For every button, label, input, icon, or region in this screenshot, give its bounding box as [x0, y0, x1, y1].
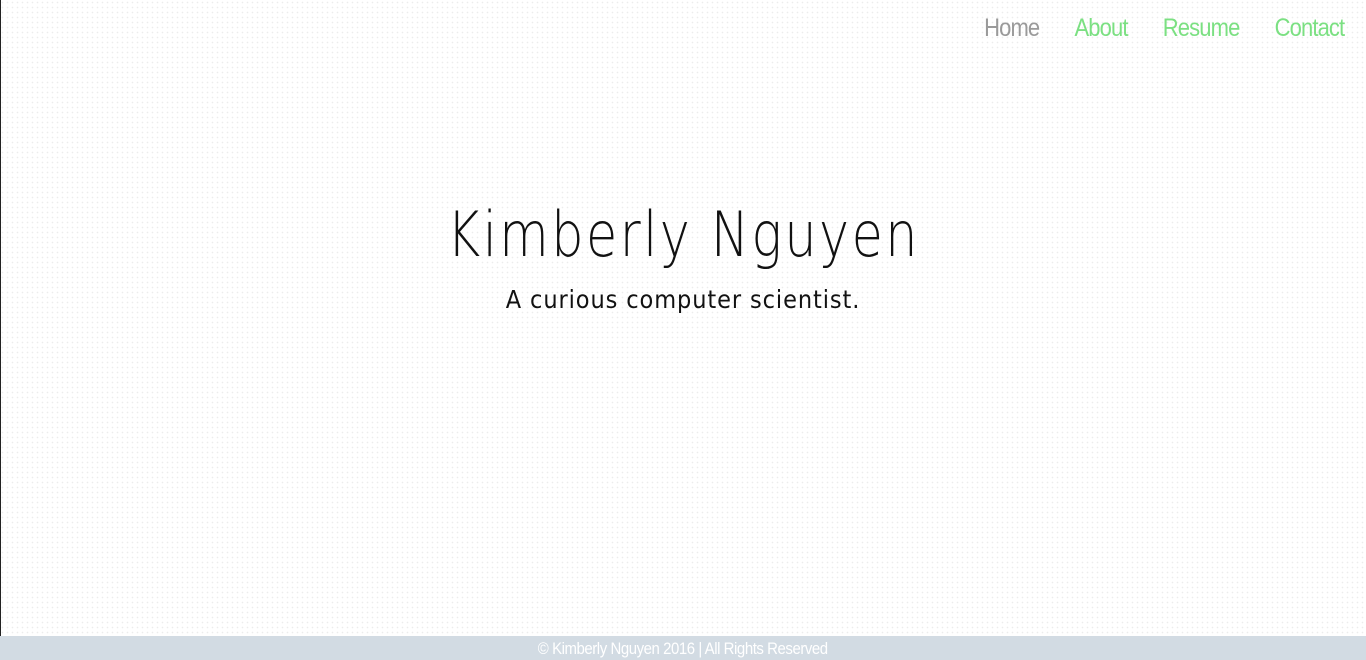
main-nav: Home About Resume Contact [984, 14, 1345, 43]
nav-link-about[interactable]: About [1074, 14, 1128, 43]
hero-name: Kimberly Nguyen [446, 198, 920, 271]
hero-section: Kimberly Nguyen A curious computer scien… [0, 198, 1366, 314]
nav-link-resume[interactable]: Resume [1162, 14, 1240, 43]
nav-link-home[interactable]: Home [984, 14, 1040, 43]
nav-link-contact[interactable]: Contact [1274, 14, 1345, 43]
copyright-text: © Kimberly Nguyen 2016 | All Rights Rese… [538, 639, 828, 658]
site-footer: © Kimberly Nguyen 2016 | All Rights Rese… [0, 636, 1366, 660]
hero-tagline: A curious computer scientist. [505, 285, 861, 314]
page-left-border [0, 0, 1, 636]
